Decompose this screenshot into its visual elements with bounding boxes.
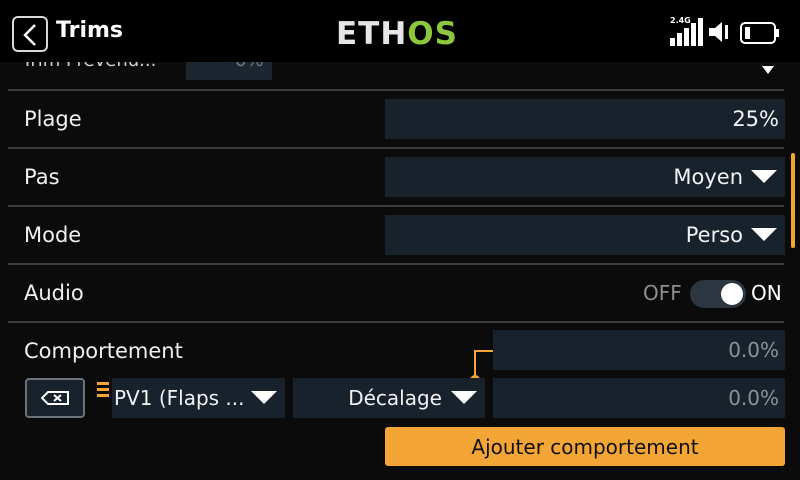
audio-label: Audio bbox=[24, 281, 84, 305]
chevron-down-icon bbox=[762, 66, 774, 74]
ethos-logo: ETHOS bbox=[336, 16, 458, 52]
audio-toggle[interactable] bbox=[690, 280, 746, 308]
behavior-value: 0.0% bbox=[728, 338, 779, 362]
step-label: Pas bbox=[24, 165, 60, 189]
offset-value-field[interactable]: 0.0% bbox=[493, 378, 785, 418]
page-title: Trims bbox=[56, 18, 123, 43]
source-select[interactable]: PV1 (Flaps ... bbox=[112, 378, 285, 418]
range-field[interactable]: 25% bbox=[385, 99, 785, 139]
behavior-type-select[interactable]: Décalage bbox=[293, 378, 485, 418]
divider bbox=[8, 89, 784, 91]
range-value: 25% bbox=[732, 107, 779, 131]
step-select[interactable]: Moyen bbox=[385, 157, 785, 197]
toggle-knob bbox=[721, 283, 743, 305]
battery-icon bbox=[740, 22, 779, 44]
mode-select[interactable]: Perso bbox=[385, 215, 785, 255]
backspace-icon bbox=[41, 391, 69, 405]
range-label: Plage bbox=[24, 107, 82, 131]
back-button[interactable] bbox=[12, 16, 48, 52]
divider bbox=[8, 147, 784, 149]
mode-value: Perso bbox=[685, 223, 743, 247]
divider bbox=[8, 321, 784, 323]
source-value: PV1 (Flaps ... bbox=[114, 386, 245, 410]
dropdown-caret-icon bbox=[751, 170, 777, 183]
behavior-value-field[interactable]: 0.0% bbox=[493, 330, 785, 370]
dropdown-caret-icon bbox=[251, 391, 277, 404]
dropdown-caret-icon bbox=[751, 228, 777, 241]
delete-behavior-button[interactable] bbox=[25, 378, 85, 418]
drag-handle-icon[interactable] bbox=[97, 382, 109, 400]
add-behavior-label: Ajouter comportement bbox=[471, 435, 699, 459]
behavior-type-value: Décalage bbox=[348, 386, 442, 410]
dropdown-caret-icon bbox=[451, 391, 477, 404]
signal-icon bbox=[670, 18, 703, 46]
divider bbox=[8, 263, 784, 265]
mode-label: Mode bbox=[24, 223, 82, 247]
chevron-left-icon bbox=[23, 24, 36, 46]
scrollbar[interactable] bbox=[791, 153, 795, 248]
step-value: Moyen bbox=[673, 165, 743, 189]
toggle-on-label: ON bbox=[751, 281, 782, 305]
offset-value: 0.0% bbox=[728, 386, 779, 410]
behavior-label: Comportement bbox=[24, 339, 183, 363]
speaker-icon bbox=[709, 22, 728, 42]
partial-row-value: 0% bbox=[235, 62, 264, 71]
partial-row-label: Trim Prévenu... bbox=[22, 62, 156, 71]
top-bar: Trims ETHOS 2.4G bbox=[0, 0, 800, 62]
toggle-off-label: OFF bbox=[643, 281, 682, 305]
add-behavior-button[interactable]: Ajouter comportement bbox=[385, 427, 785, 466]
divider bbox=[8, 205, 784, 207]
partial-row: Trim Prévenu... 0% bbox=[0, 62, 800, 88]
